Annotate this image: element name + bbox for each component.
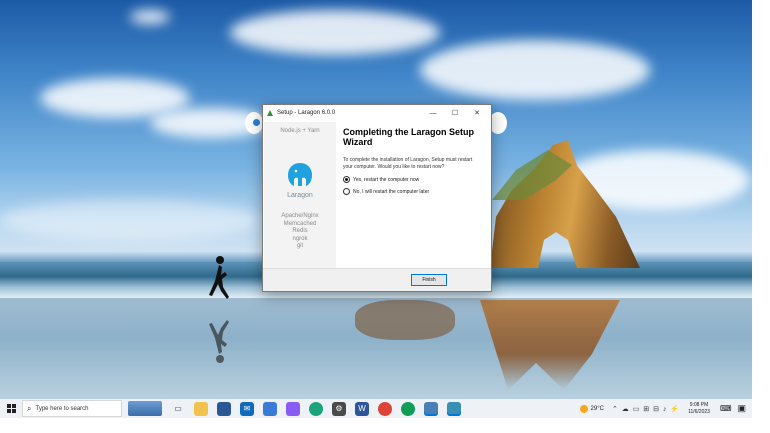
wizard-side-panel: Node.js + Yarn Laragon Apache/Nginx Memc… bbox=[264, 122, 336, 272]
temperature: 29°C bbox=[590, 405, 604, 412]
cloud bbox=[230, 10, 440, 55]
weather-widget[interactable]: 29°C bbox=[579, 404, 604, 413]
cloud bbox=[420, 40, 650, 100]
laragon-taskbar-icon[interactable] bbox=[447, 401, 461, 416]
wizard-heading: Completing the Laragon Setup Wizard bbox=[343, 127, 475, 147]
chrome-profile-icon[interactable] bbox=[401, 401, 415, 416]
cloud bbox=[130, 10, 170, 24]
stack-item: Apache/Nginx bbox=[281, 213, 319, 219]
maximize-button[interactable]: ☐ bbox=[444, 109, 466, 117]
radio-button-selected[interactable] bbox=[343, 176, 350, 183]
clock[interactable]: 9:08 PM 11/6/2023 bbox=[688, 402, 710, 415]
wizard-description: To complete the installation of Laragon,… bbox=[343, 157, 473, 170]
word-icon[interactable]: W bbox=[355, 401, 369, 416]
settings-icon[interactable]: ⚙ bbox=[332, 401, 346, 416]
rock-reflection bbox=[355, 300, 455, 340]
setup-dialog: Setup - Laragon 6.0.0 — ☐ ✕ Node.js + Ya… bbox=[262, 104, 492, 292]
dialog-footer: Finish bbox=[263, 268, 491, 291]
radio-button[interactable] bbox=[343, 188, 350, 195]
stack-item: Redis bbox=[292, 228, 308, 234]
clock-date: 11/6/2023 bbox=[688, 408, 710, 415]
laragon-app-icon bbox=[267, 110, 273, 116]
task-view-icon[interactable]: ▭ bbox=[171, 402, 185, 416]
runner-reflection bbox=[209, 320, 229, 363]
search-icon: ⌕ bbox=[27, 403, 32, 413]
restart-later-option[interactable]: No, I will restart the computer later bbox=[343, 188, 483, 195]
runner-silhouette bbox=[209, 256, 229, 299]
overlay-button-left[interactable] bbox=[245, 112, 263, 134]
restart-now-option[interactable]: Yes, restart the computer now bbox=[343, 176, 483, 183]
wizard-content: Completing the Laragon Setup Wizard To c… bbox=[343, 127, 483, 195]
option-label: Yes, restart the computer now bbox=[353, 176, 420, 183]
store-icon[interactable] bbox=[217, 401, 231, 416]
taskbar-search-box[interactable]: ⌕ Type here to search bbox=[22, 400, 122, 417]
setup-app-icon[interactable] bbox=[424, 401, 438, 416]
mail-icon[interactable]: ✉ bbox=[240, 401, 254, 416]
option-label: No, I will restart the computer later bbox=[353, 188, 430, 195]
search-placeholder: Type here to search bbox=[35, 405, 89, 412]
notification-icon[interactable]: ▣ bbox=[737, 403, 746, 414]
minimize-button[interactable]: — bbox=[422, 110, 444, 117]
close-button[interactable]: ✕ bbox=[466, 109, 488, 117]
copilot-icon[interactable] bbox=[286, 401, 300, 416]
stack-item: Memcached bbox=[283, 220, 317, 227]
laragon-elephant-logo bbox=[288, 163, 312, 186]
sidebar-stack-list: Apache/Nginx Memcached Redis ngrok git bbox=[264, 213, 336, 251]
search-highlight-thumbnail[interactable] bbox=[128, 401, 162, 416]
sidebar-brand: Laragon bbox=[287, 192, 313, 199]
start-button[interactable] bbox=[0, 399, 22, 418]
finish-button[interactable]: Finish bbox=[411, 274, 447, 286]
system-tray: 29°C ⌃ ☁ ▭ ⊞ ⊟ ♪ ⚡ 9:08 PM 11/6/2023 ⌨ ▣ bbox=[579, 399, 746, 418]
language-icon[interactable]: ⌨ bbox=[720, 404, 732, 413]
taskbar: ⌕ Type here to search ▭ ✉ ⚙ W 29°C ⌃ ☁ ▭… bbox=[0, 399, 752, 418]
photos-icon[interactable] bbox=[263, 401, 277, 416]
stack-item: ngrok bbox=[292, 235, 308, 242]
dialog-titlebar[interactable]: Setup - Laragon 6.0.0 — ☐ ✕ bbox=[263, 105, 491, 121]
cloud bbox=[0, 200, 260, 240]
chrome-icon[interactable] bbox=[378, 401, 392, 416]
dialog-title: Setup - Laragon 6.0.0 bbox=[277, 110, 336, 116]
file-explorer-icon[interactable] bbox=[194, 401, 208, 416]
weather-sun-icon bbox=[579, 404, 588, 413]
windows-logo-icon bbox=[6, 404, 16, 413]
edge-icon[interactable] bbox=[309, 401, 323, 416]
clock-time: 9:08 PM bbox=[689, 402, 709, 408]
stack-item: git bbox=[296, 243, 304, 249]
tray-icons[interactable]: ⌃ ☁ ▭ ⊞ ⊟ ♪ ⚡ bbox=[612, 405, 680, 413]
sidebar-top-label: Node.js + Yarn bbox=[280, 128, 320, 134]
